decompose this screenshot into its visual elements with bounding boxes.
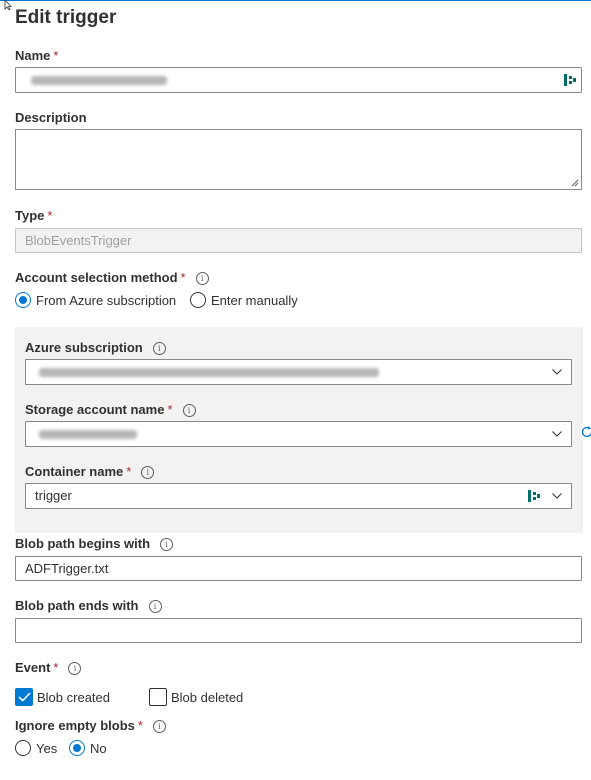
chevron-down-icon[interactable]	[552, 369, 562, 375]
storage-account-label: Storage account name * i	[25, 402, 196, 417]
description-textarea[interactable]	[15, 129, 582, 190]
resize-grip-icon[interactable]	[571, 179, 579, 187]
name-label: Name *	[15, 48, 59, 63]
radio-selected-indicator[interactable]	[69, 740, 85, 756]
name-input[interactable]	[15, 67, 582, 93]
type-label: Type *	[15, 208, 53, 223]
info-icon[interactable]: i	[152, 342, 166, 355]
radio-enter-manually[interactable]: Enter manually	[190, 292, 298, 308]
storage-account-dropdown[interactable]	[25, 421, 572, 447]
radio-indicator[interactable]	[15, 740, 31, 756]
database-icon[interactable]	[528, 489, 540, 503]
type-input: BlobEventsTrigger	[15, 228, 582, 253]
blob-ends-input[interactable]	[15, 618, 582, 643]
event-label: Event * i	[15, 660, 82, 675]
panel-title: Edit trigger	[15, 7, 117, 28]
redacted-name-value	[31, 76, 167, 86]
radio-indicator[interactable]	[190, 292, 206, 308]
info-icon[interactable]: i	[68, 662, 82, 675]
info-icon[interactable]: i	[148, 600, 162, 613]
blob-begins-input[interactable]: ADFTrigger.txt	[15, 556, 582, 581]
checkbox-checked-indicator[interactable]	[15, 688, 33, 706]
description-label: Description	[15, 110, 87, 125]
radio-selected-indicator[interactable]	[15, 292, 31, 308]
checkbox-indicator[interactable]	[149, 688, 167, 706]
info-icon[interactable]: i	[195, 272, 209, 285]
blob-ends-label: Blob path ends with i	[15, 598, 162, 613]
checkbox-blob-created[interactable]: Blob created	[15, 688, 110, 706]
info-icon[interactable]: i	[160, 538, 174, 551]
radio-from-azure-subscription[interactable]: From Azure subscription	[15, 292, 176, 308]
ignore-empty-label: Ignore empty blobs * i	[15, 718, 166, 733]
chevron-down-icon[interactable]	[552, 493, 562, 499]
info-icon[interactable]: i	[152, 720, 166, 733]
container-name-dropdown[interactable]: trigger	[25, 483, 572, 509]
checkbox-blob-deleted[interactable]: Blob deleted	[149, 688, 243, 706]
radio-yes[interactable]: Yes	[15, 740, 57, 756]
chevron-down-icon[interactable]	[552, 431, 562, 437]
mouse-pointer-icon	[4, 0, 12, 10]
database-icon[interactable]	[564, 73, 576, 87]
blob-begins-label: Blob path begins with i	[15, 536, 174, 551]
radio-no[interactable]: No	[69, 740, 107, 756]
container-name-value: trigger	[35, 488, 72, 503]
account-method-label: Account selection method * i	[15, 270, 209, 285]
azure-subscription-dropdown[interactable]	[25, 359, 572, 385]
top-accent-line	[0, 0, 591, 1]
refresh-icon[interactable]	[580, 425, 591, 439]
azure-subscription-label: Azure subscription i	[25, 340, 166, 355]
redacted-subscription-value	[39, 368, 379, 378]
redacted-storage-value	[39, 430, 137, 440]
info-icon[interactable]: i	[182, 404, 196, 417]
container-name-label: Container name * i	[25, 464, 155, 479]
info-icon[interactable]: i	[141, 466, 155, 479]
checkmark-icon	[18, 692, 31, 702]
